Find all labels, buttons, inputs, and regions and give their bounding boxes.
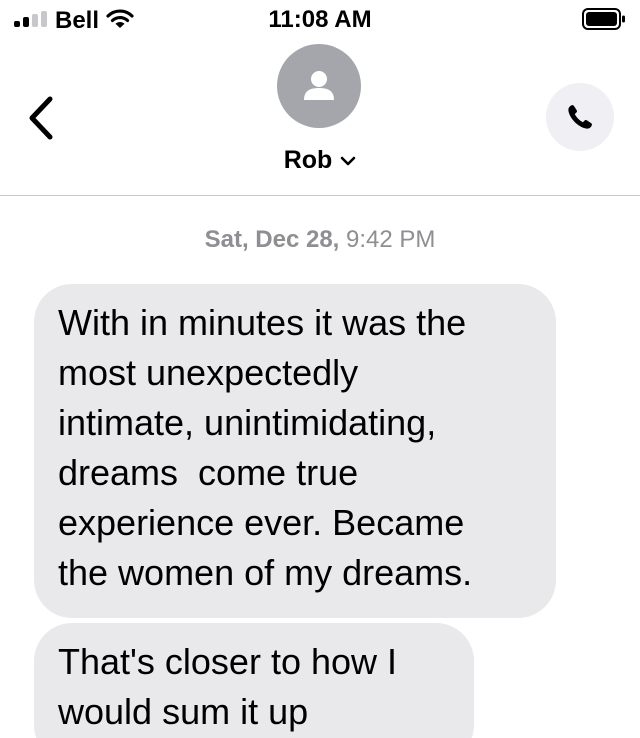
contact-name-button[interactable]: Rob	[0, 146, 640, 175]
chevron-down-icon	[340, 156, 356, 165]
message-line: dreams come true	[58, 452, 359, 493]
phone-icon	[568, 105, 592, 129]
message-line: That's closer to how I	[58, 641, 398, 682]
message-line: most unexpectedly	[58, 352, 359, 393]
message-line: the women of my dreams.	[58, 552, 473, 593]
incoming-message-bubble[interactable]: With in minutes it was the most unexpect…	[34, 284, 556, 618]
header-divider	[0, 195, 640, 196]
avatar[interactable]	[277, 44, 361, 128]
battery-icon	[582, 8, 625, 30]
contact-name: Rob	[283, 146, 333, 174]
clock: 11:08 AM	[268, 6, 372, 33]
message-line: would sum it up	[58, 691, 309, 732]
messages-screen: Bell 11:08 AM Rob Sat, Dec 28, 9:42 PM W…	[0, 0, 640, 738]
message-timestamp: Sat, Dec 28, 9:42 PM	[0, 226, 640, 254]
incoming-message-bubble[interactable]: That's closer to how I would sum it up	[34, 623, 474, 738]
message-line: intimate, unintimidating,	[58, 402, 437, 443]
call-button[interactable]	[546, 83, 614, 151]
timestamp-time: 9:42 PM	[346, 226, 436, 253]
message-line: experience ever. Became	[58, 502, 465, 543]
conversation-header: Rob	[0, 40, 640, 195]
status-bar: Bell 11:08 AM	[0, 0, 640, 40]
timestamp-date: Sat, Dec 28,	[204, 226, 340, 253]
message-line: With in minutes it was the	[58, 302, 467, 343]
back-chevron-icon[interactable]	[22, 93, 58, 143]
person-icon	[304, 71, 334, 100]
